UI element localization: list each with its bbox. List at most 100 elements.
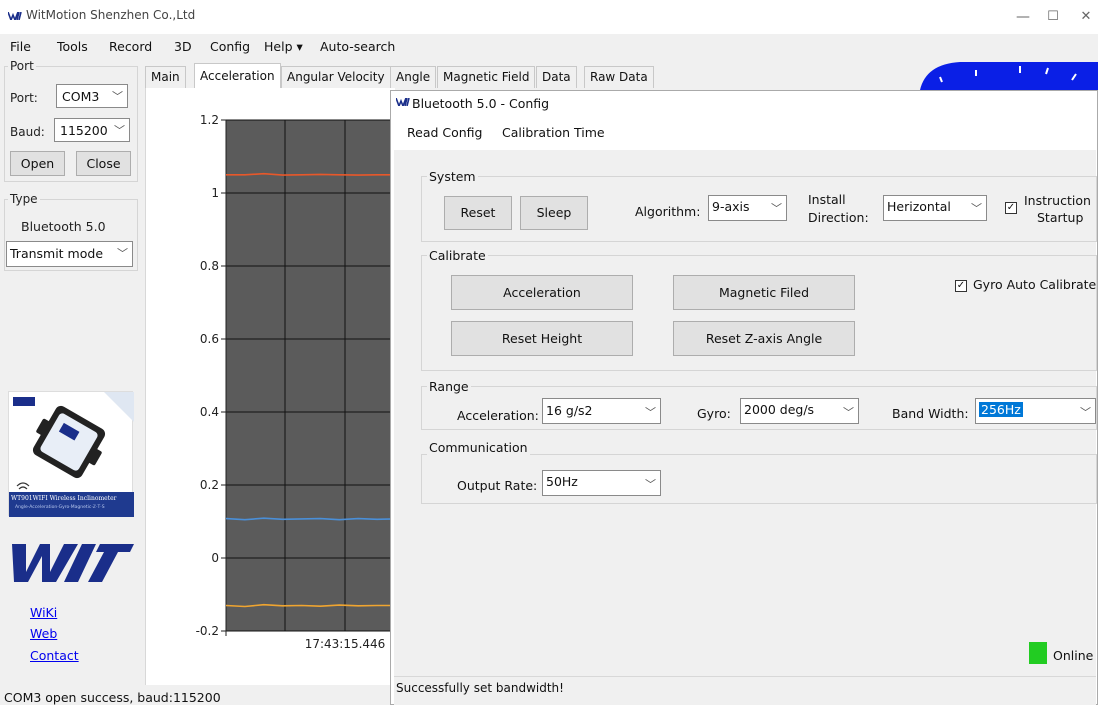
range-acceleration-select[interactable]: 16 g/s2 ﹀: [542, 398, 661, 424]
menu-help[interactable]: Help ▾: [264, 39, 303, 54]
web-link[interactable]: Web: [30, 626, 57, 641]
wit-logo-icon: [396, 98, 410, 106]
output-rate-select[interactable]: 50Hz ﹀: [542, 470, 661, 496]
tab-angle[interactable]: Angle: [390, 66, 437, 88]
menu-config[interactable]: Config: [210, 39, 250, 54]
port-label: Port:: [10, 91, 38, 105]
menu-3d[interactable]: 3D: [174, 39, 192, 54]
dialog-title: Bluetooth 5.0 - Config: [412, 96, 550, 111]
output-rate-label: Output Rate:: [457, 478, 538, 493]
window-title: WitMotion Shenzhen Co.,Ltd: [26, 8, 196, 22]
y-tick-label: 0.2: [200, 478, 219, 492]
tab-acceleration[interactable]: Acceleration: [194, 63, 281, 89]
algorithm-label: Algorithm:: [635, 204, 701, 219]
contact-link[interactable]: Contact: [30, 648, 79, 663]
menu-calibration-time[interactable]: Calibration Time: [502, 125, 605, 140]
reset-z-axis-angle-button[interactable]: Reset Z-axis Angle: [673, 321, 855, 356]
y-tick-label: -0.2: [196, 624, 219, 638]
dialog-status-bar: Successfully set bandwidth!: [394, 676, 1096, 705]
wiki-link[interactable]: WiKi: [30, 605, 57, 620]
wit-logo-icon: [8, 12, 22, 20]
x-tick-label: 17:43:15.446: [305, 637, 386, 651]
device-type: Bluetooth 5.0: [21, 219, 106, 234]
band-width-value: 256Hz: [979, 402, 1023, 417]
y-tick-label: 0: [211, 551, 219, 565]
band-width-label: Band Width:: [892, 406, 969, 421]
gyro-range-label: Gyro:: [697, 406, 731, 421]
chevron-down-icon: ﹀: [771, 202, 782, 215]
menu-tools[interactable]: Tools: [57, 39, 88, 54]
menu-bar: File Tools Record 3D Config Help ▾ Auto-…: [0, 36, 1098, 58]
range-group-label: Range: [427, 379, 471, 394]
acceleration-chart: 1.2 1 0.8 0.6 0.4 0.2 0 -0.2 17:43:15.446: [145, 88, 397, 685]
gyro-range-value: 2000 deg/s: [744, 402, 815, 417]
gyro-auto-calibrate-label: Gyro Auto Calibrate: [973, 277, 1097, 292]
chevron-down-icon: ﹀: [645, 478, 656, 491]
menu-record[interactable]: Record: [109, 39, 152, 54]
gyro-range-select[interactable]: 2000 deg/s ﹀: [740, 398, 859, 424]
chevron-down-icon: ﹀: [1080, 406, 1091, 419]
title-bar: WitMotion Shenzhen Co.,Ltd — ☐ ✕: [0, 0, 1098, 34]
baud-label: Baud:: [10, 125, 45, 139]
chevron-down-icon: ﹀: [117, 247, 128, 260]
acceleration-calibrate-button[interactable]: Acceleration: [451, 275, 633, 310]
y-tick-label: 0.4: [200, 405, 219, 419]
main-status-text: COM3 open success, baud:115200: [4, 690, 221, 705]
wit-brand-logo: [12, 544, 134, 582]
port-select[interactable]: COM3 ﹀: [56, 84, 128, 108]
system-group-label: System: [427, 169, 478, 184]
output-rate-value: 50Hz: [546, 474, 578, 489]
y-tick-label: 1: [211, 186, 219, 200]
open-button[interactable]: Open: [10, 151, 65, 176]
reset-button[interactable]: Reset: [444, 196, 512, 230]
range-acceleration-value: 16 g/s2: [546, 403, 593, 418]
close-button[interactable]: Close: [76, 151, 131, 176]
menu-read-config[interactable]: Read Config: [407, 125, 483, 140]
plot-background: [226, 120, 396, 631]
y-tick-label: 0.8: [200, 259, 219, 273]
tab-data[interactable]: Data: [536, 66, 577, 88]
tab-angular-velocity[interactable]: Angular Velocity: [281, 66, 391, 88]
chevron-down-icon: ﹀: [114, 124, 125, 137]
port-value: COM3: [62, 89, 100, 104]
product-subtitle: Angle·Acceleration·Gyro·Magnetic·ℤ·T·S: [15, 505, 105, 510]
product-name: WT901WIFI Wireless Inclinometer: [11, 495, 117, 502]
reset-height-button[interactable]: Reset Height: [451, 321, 633, 356]
menu-file[interactable]: File: [10, 39, 31, 54]
install-label-line2: Direction:: [808, 210, 869, 225]
algorithm-value: 9-axis: [712, 199, 750, 214]
magnetic-calibrate-button[interactable]: Magnetic Filed: [673, 275, 855, 310]
gyro-auto-calibrate-checkbox[interactable]: ✓: [955, 280, 967, 292]
gauge-icon: [920, 62, 1098, 90]
menu-auto-search[interactable]: Auto-search: [320, 39, 395, 54]
baud-value: 115200: [60, 123, 108, 138]
install-label-line1: Install: [808, 192, 846, 207]
baud-select[interactable]: 115200 ﹀: [54, 118, 130, 142]
chevron-down-icon: ﹀: [843, 406, 854, 419]
instruction-startup-checkbox[interactable]: ✓: [1005, 202, 1017, 214]
type-group-label: Type: [8, 192, 40, 206]
calibrate-group-label: Calibrate: [427, 248, 488, 263]
tab-raw-data[interactable]: Raw Data: [584, 66, 654, 88]
online-label: Online: [1053, 648, 1094, 663]
algorithm-select[interactable]: 9-axis ﹀: [708, 195, 787, 221]
tab-main[interactable]: Main: [145, 66, 186, 88]
product-image: WT901WIFI Wireless Inclinometer Angle·Ac…: [8, 391, 134, 517]
close-window-button[interactable]: ✕: [1066, 4, 1098, 30]
instruction-label-line2: Startup: [1037, 210, 1084, 225]
port-group-label: Port: [8, 59, 36, 73]
tab-magnetic-field[interactable]: Magnetic Field: [437, 66, 536, 88]
series-line-1: [225, 517, 397, 521]
install-direction-select[interactable]: Herizontal ﹀: [883, 195, 987, 221]
mode-value: Transmit mode: [10, 246, 104, 261]
chevron-down-icon: ﹀: [112, 90, 123, 103]
online-indicator: [1029, 642, 1047, 664]
band-width-select[interactable]: 256Hz ﹀: [975, 398, 1096, 424]
y-tick-label: 1.2: [200, 113, 219, 127]
chevron-down-icon: ﹀: [971, 202, 982, 215]
sleep-button[interactable]: Sleep: [520, 196, 588, 230]
mode-select[interactable]: Transmit mode ﹀: [6, 241, 133, 267]
dialog-status-text: Successfully set bandwidth!: [396, 681, 564, 695]
communication-group-label: Communication: [427, 440, 530, 455]
install-direction-value: Herizontal: [887, 199, 951, 214]
